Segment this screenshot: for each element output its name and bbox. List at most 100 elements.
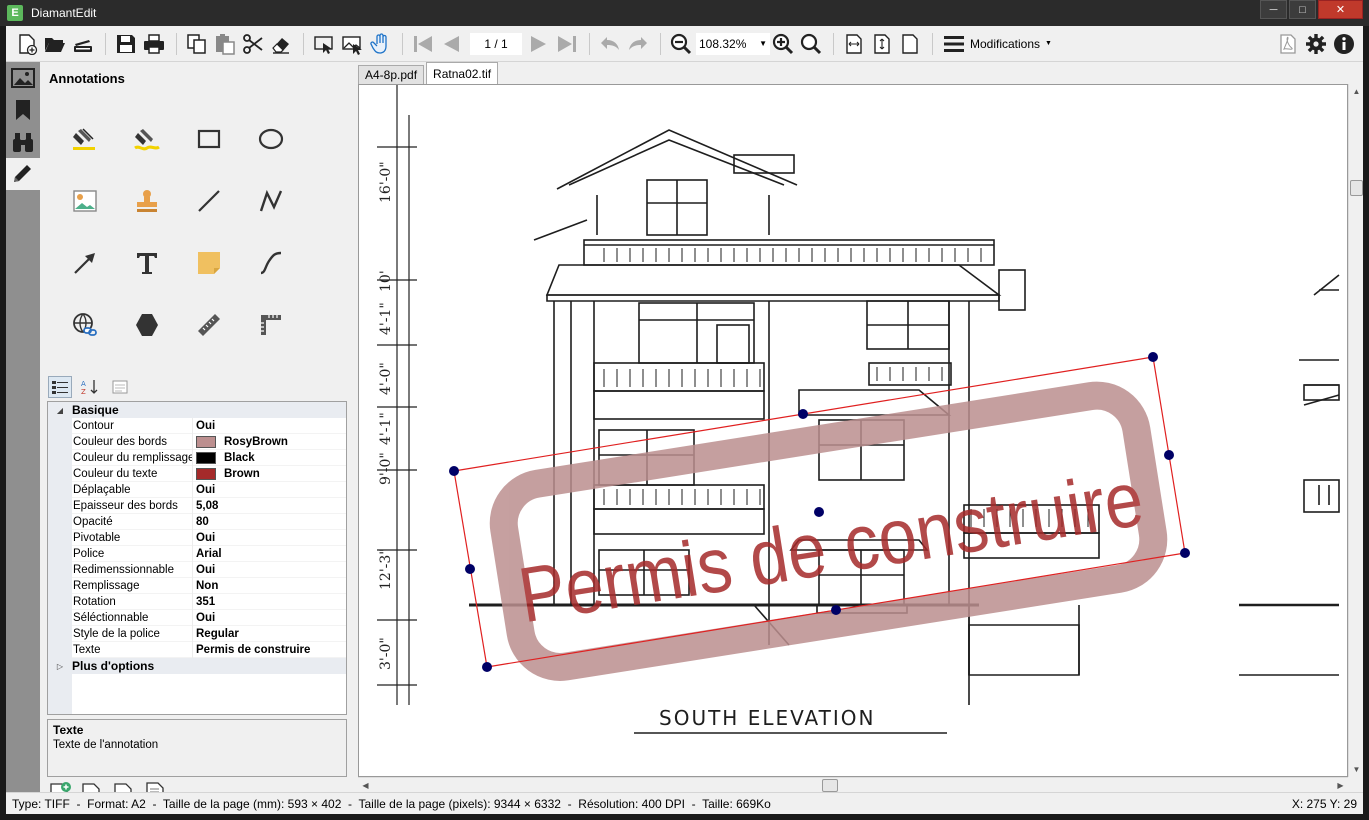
- fit-page-button[interactable]: [869, 31, 895, 57]
- thumbnails-tab[interactable]: [6, 62, 40, 94]
- save-button[interactable]: [113, 31, 139, 57]
- property-row[interactable]: Couleur du remplissage Black: [48, 449, 346, 466]
- property-row[interactable]: Redimenssionnable Oui: [48, 561, 346, 578]
- tab-ratna-tif[interactable]: Ratna02.tif: [426, 62, 499, 84]
- rectangle-tool[interactable]: [178, 108, 240, 170]
- bookmarks-tab[interactable]: [6, 94, 40, 126]
- property-row[interactable]: Contour Oui: [48, 417, 346, 434]
- highlighter-tool[interactable]: [54, 108, 116, 170]
- polyline-tool[interactable]: [240, 170, 302, 232]
- property-pages-button[interactable]: [108, 376, 132, 398]
- arrow-tool[interactable]: [54, 232, 116, 294]
- property-row[interactable]: Police Arial: [48, 545, 346, 562]
- ruler-tool[interactable]: [178, 294, 240, 356]
- modifications-menu[interactable]: Modifications ▼: [942, 33, 1052, 55]
- scroll-down-icon[interactable]: ▼: [1349, 762, 1364, 777]
- categorized-view-button[interactable]: [48, 376, 72, 398]
- scroll-left-icon[interactable]: ◀: [358, 778, 373, 793]
- property-row[interactable]: Pivotable Oui: [48, 529, 346, 546]
- resize-handle[interactable]: [798, 409, 808, 419]
- property-row[interactable]: Couleur des bords RosyBrown: [48, 433, 346, 450]
- horizontal-scroll-thumb[interactable]: [822, 779, 838, 792]
- paste-button[interactable]: [212, 31, 238, 57]
- property-row[interactable]: Couleur du texte Brown: [48, 465, 346, 482]
- property-value[interactable]: Non: [192, 577, 346, 594]
- property-row[interactable]: Epaisseur des bords 5,08: [48, 497, 346, 514]
- property-grid[interactable]: ◢ Basique Contour Oui Couleur des bords Rosy…: [47, 401, 347, 715]
- document-viewport[interactable]: 16'-0" 10' 4'-1" 4'-0" 4'-1" 9'-0" 12'-3…: [358, 84, 1348, 777]
- pan-hand-button[interactable]: [367, 31, 393, 57]
- maximize-button[interactable]: □: [1289, 0, 1316, 19]
- horizontal-scrollbar[interactable]: ◀ ▶: [358, 777, 1348, 792]
- scan-button[interactable]: [70, 31, 96, 57]
- scroll-up-icon[interactable]: ▲: [1349, 84, 1364, 99]
- first-page-button[interactable]: [410, 31, 436, 57]
- previous-page-button[interactable]: [438, 31, 464, 57]
- ellipse-tool[interactable]: [240, 108, 302, 170]
- property-group-more[interactable]: ▷ Plus d'options: [48, 658, 346, 674]
- property-value[interactable]: Permis de construire: [192, 641, 346, 658]
- property-value[interactable]: Oui: [192, 609, 346, 626]
- settings-button[interactable]: [1303, 31, 1329, 57]
- resize-handle[interactable]: [449, 466, 459, 476]
- property-value[interactable]: Oui: [192, 561, 346, 578]
- next-page-button[interactable]: [526, 31, 552, 57]
- last-page-button[interactable]: [554, 31, 580, 57]
- export-pdf-button[interactable]: [1275, 31, 1301, 57]
- property-value[interactable]: 5,08: [192, 497, 346, 514]
- property-row[interactable]: Texte Permis de construire: [48, 641, 346, 658]
- resize-handle[interactable]: [1148, 352, 1158, 362]
- resize-handle[interactable]: [1180, 548, 1190, 558]
- free-highlighter-tool[interactable]: [116, 108, 178, 170]
- property-row[interactable]: Déplaçable Oui: [48, 481, 346, 498]
- property-value[interactable]: Brown: [192, 465, 346, 482]
- fit-width-button[interactable]: [841, 31, 867, 57]
- resize-handle[interactable]: [1164, 450, 1174, 460]
- property-value[interactable]: 80: [192, 513, 346, 530]
- redo-button[interactable]: [625, 31, 651, 57]
- zoom-fit-button[interactable]: [798, 31, 824, 57]
- search-tab[interactable]: [6, 126, 40, 158]
- property-value[interactable]: Oui: [192, 529, 346, 546]
- actual-size-button[interactable]: [897, 31, 923, 57]
- property-value[interactable]: RosyBrown: [192, 433, 346, 450]
- resize-handle[interactable]: [831, 605, 841, 615]
- property-value[interactable]: Arial: [192, 545, 346, 562]
- property-value[interactable]: 351: [192, 593, 346, 610]
- new-document-button[interactable]: [14, 31, 40, 57]
- erase-button[interactable]: [268, 31, 294, 57]
- page-indicator[interactable]: 1 / 1: [470, 32, 522, 55]
- resize-handle[interactable]: [482, 662, 492, 672]
- annotations-tab[interactable]: [6, 158, 40, 190]
- close-button[interactable]: ✕: [1318, 0, 1363, 19]
- property-value[interactable]: Regular: [192, 625, 346, 642]
- image-tool[interactable]: [54, 170, 116, 232]
- zoom-in-button[interactable]: [770, 31, 796, 57]
- alphabetical-view-button[interactable]: AZ: [78, 376, 102, 398]
- property-value[interactable]: Black: [192, 449, 346, 466]
- link-tool[interactable]: [54, 294, 116, 356]
- rotate-handle[interactable]: [814, 507, 824, 517]
- stamp-annotation[interactable]: Permis de construire: [489, 381, 1168, 681]
- copy-button[interactable]: [184, 31, 210, 57]
- text-tool[interactable]: [116, 232, 178, 294]
- property-row[interactable]: Remplissage Non: [48, 577, 346, 594]
- property-row[interactable]: Opacité 80: [48, 513, 346, 530]
- print-button[interactable]: [141, 31, 167, 57]
- minimize-button[interactable]: ─: [1260, 0, 1287, 19]
- open-folder-button[interactable]: [42, 31, 68, 57]
- select-image-button[interactable]: [339, 31, 365, 57]
- curve-tool[interactable]: [240, 232, 302, 294]
- stamp-tool[interactable]: [116, 170, 178, 232]
- cut-button[interactable]: [240, 31, 266, 57]
- about-button[interactable]: [1331, 31, 1357, 57]
- undo-button[interactable]: [597, 31, 623, 57]
- property-group-basic[interactable]: ◢ Basique: [48, 402, 346, 418]
- resize-handle[interactable]: [465, 564, 475, 574]
- property-value[interactable]: Oui: [192, 481, 346, 498]
- property-row[interactable]: Séléctionnable Oui: [48, 609, 346, 626]
- angle-tool[interactable]: [240, 294, 302, 356]
- line-tool[interactable]: [178, 170, 240, 232]
- property-value[interactable]: Oui: [192, 417, 346, 434]
- sticky-note-tool[interactable]: [178, 232, 240, 294]
